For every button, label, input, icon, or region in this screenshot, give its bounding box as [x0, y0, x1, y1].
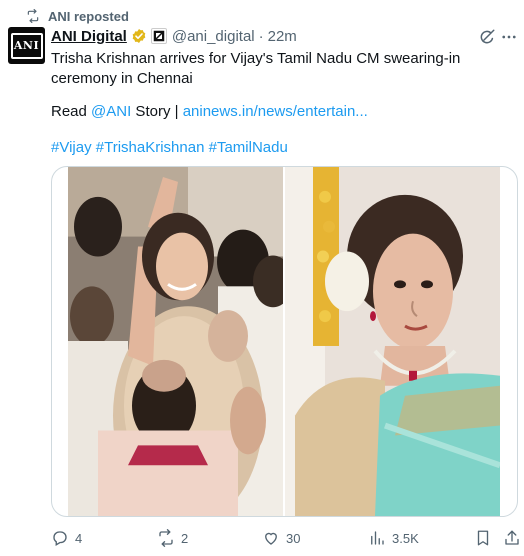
like-button[interactable]: 30 — [262, 526, 300, 550]
repost-button[interactable]: 2 — [157, 526, 188, 550]
header-separator: · — [258, 27, 264, 45]
tweet-header: ANI Digital @ani_digital · 22m — [51, 26, 297, 46]
tweet-main-text: Trisha Krishnan arrives for Vijay's Tami… — [51, 50, 461, 87]
mention-link[interactable]: @ANI — [91, 103, 131, 120]
share-button[interactable] — [503, 526, 521, 550]
share-icon — [505, 530, 519, 545]
repost-icon — [159, 529, 173, 547]
like-count: 30 — [286, 530, 301, 546]
read-prefix: Read — [51, 103, 92, 120]
hashtag-tamilnadu[interactable]: #TamilNadu — [209, 139, 288, 156]
views-button[interactable]: 3.5K — [368, 526, 419, 550]
bookmark-button[interactable] — [474, 526, 492, 550]
timestamp[interactable]: 22m — [268, 28, 297, 45]
repost-label: ANI reposted — [48, 8, 129, 24]
read-line: Read @ANI Story | aninews.in/news/entert… — [51, 102, 368, 122]
repost-indicator[interactable]: ANI reposted — [26, 8, 129, 24]
reply-icon — [53, 531, 67, 546]
author-name[interactable]: ANI Digital — [51, 28, 127, 45]
grok-icon[interactable] — [478, 28, 496, 46]
article-link[interactable]: aninews.in/news/entertain... — [183, 103, 368, 120]
reply-button[interactable]: 4 — [51, 526, 82, 550]
repost-icon — [27, 9, 39, 23]
hashtag-vijay[interactable]: #Vijay — [51, 139, 92, 156]
repost-count: 2 — [181, 530, 189, 546]
photo-waving[interactable] — [68, 167, 283, 516]
more-icon[interactable] — [500, 28, 518, 46]
photo-closeup[interactable] — [285, 167, 500, 516]
hashtags: #Vijay #TrishaKrishnan #TamilNadu — [51, 138, 288, 158]
verified-badge-icon[interactable] — [131, 28, 147, 44]
media-grid — [51, 166, 518, 517]
like-icon — [265, 532, 277, 545]
views-count: 3.5K — [392, 530, 419, 546]
read-middle: Story | — [131, 103, 183, 120]
bookmark-icon — [477, 530, 489, 546]
action-bar: 4 2 30 3.5K — [51, 526, 519, 550]
views-icon — [371, 531, 384, 545]
reply-count: 4 — [75, 530, 83, 546]
avatar-logo: ANI — [10, 32, 43, 59]
affiliate-badge-icon[interactable] — [150, 28, 167, 44]
author-handle[interactable]: @ani_digital — [172, 28, 255, 45]
hashtag-trisha[interactable]: #TrishaKrishnan — [96, 139, 205, 156]
tweet-text: Trisha Krishnan arrives for Vijay's Tami… — [51, 49, 519, 89]
avatar[interactable]: ANI — [8, 27, 45, 64]
